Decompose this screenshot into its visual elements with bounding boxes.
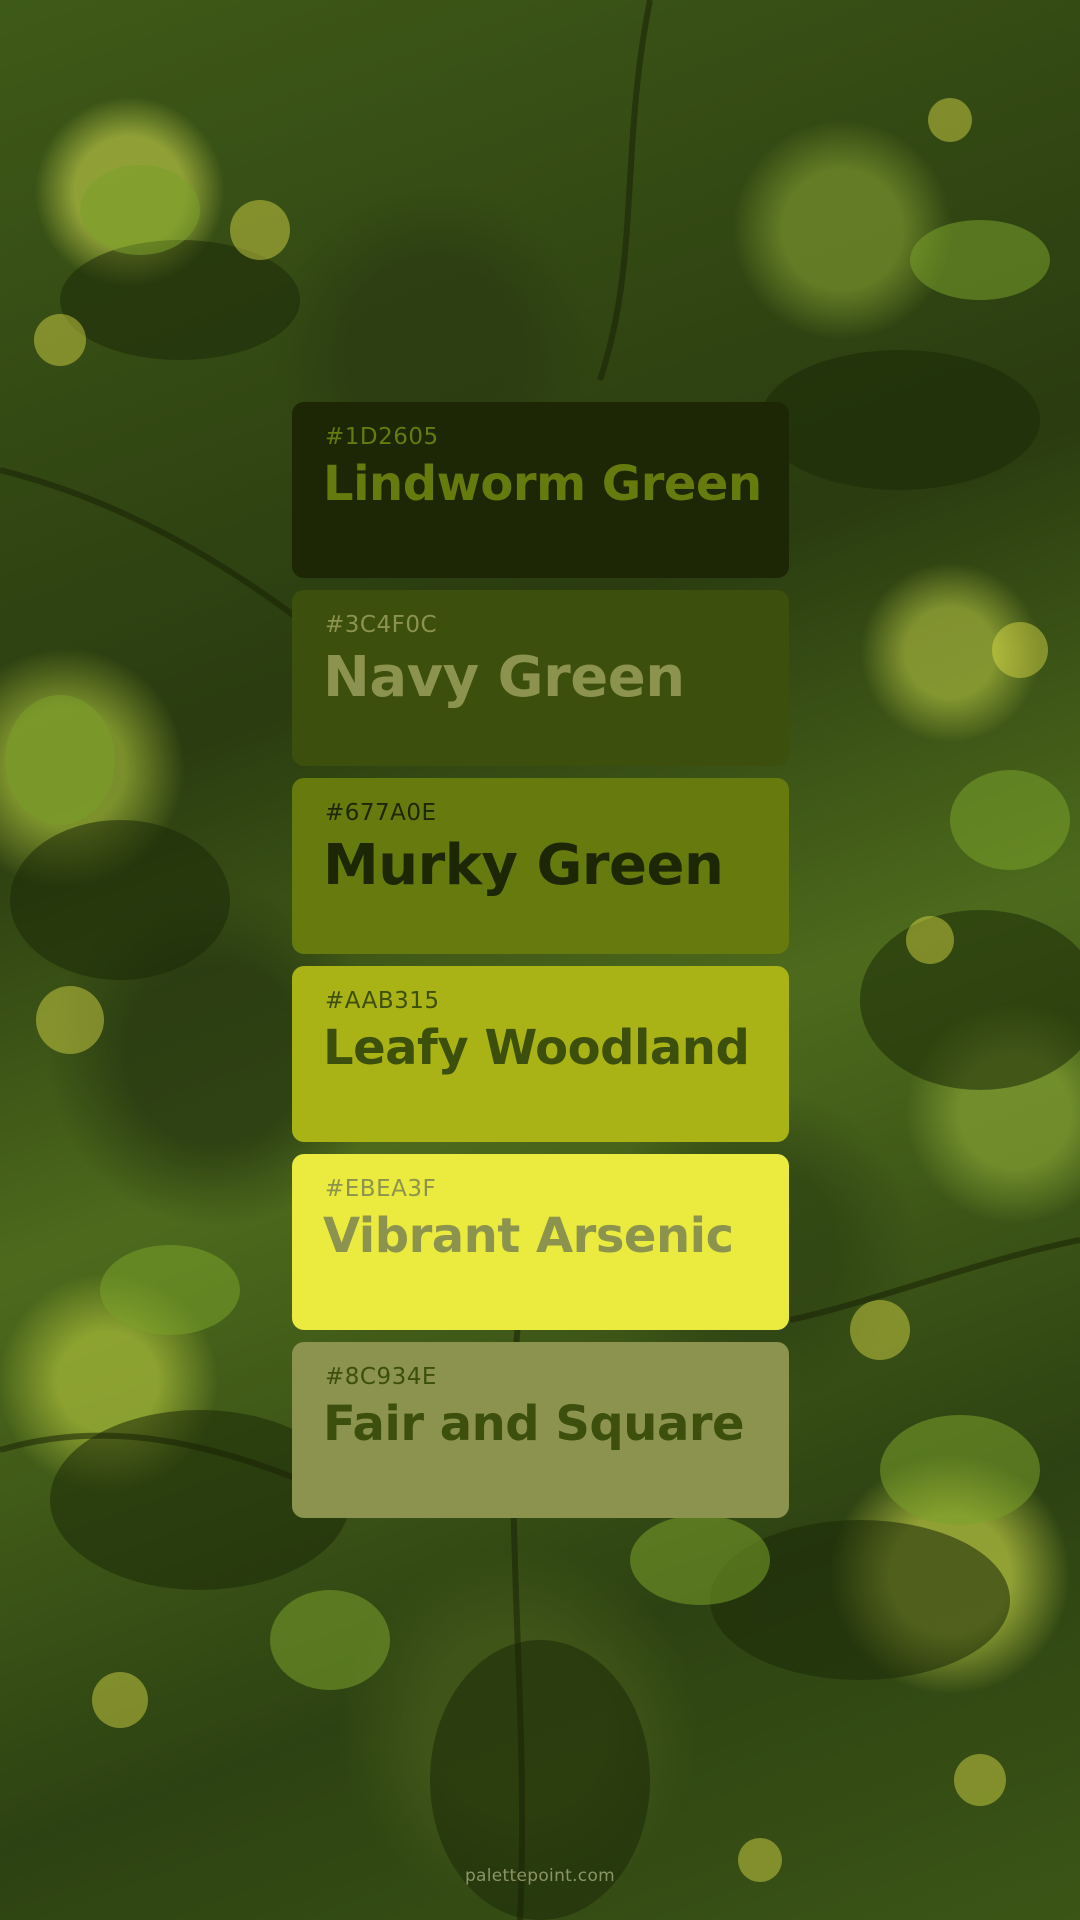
swatch-color-name: Murky Green	[323, 833, 724, 898]
swatch-color-name: Navy Green	[323, 645, 685, 710]
swatch-card-3[interactable]: #677A0E Murky Green	[292, 778, 789, 954]
swatch-card-4[interactable]: #AAB315 Leafy Woodland	[292, 966, 789, 1142]
swatch-hex-code: #8C934E	[325, 1364, 437, 1390]
swatch-hex-code: #3C4F0C	[325, 612, 438, 638]
swatch-color-name: Fair and Square	[323, 1396, 745, 1452]
swatch-hex-code: #677A0E	[325, 800, 437, 826]
swatch-color-name: Lindworm Green	[323, 456, 762, 512]
color-palette: #1D2605 Lindworm Green #3C4F0C Navy Gree…	[292, 402, 789, 1530]
swatch-card-5[interactable]: #EBEA3F Vibrant Arsenic	[292, 1154, 789, 1330]
swatch-card-2[interactable]: #3C4F0C Navy Green	[292, 590, 789, 766]
site-watermark: palettepoint.com	[464, 1866, 616, 1886]
swatch-color-name: Leafy Woodland	[323, 1020, 750, 1076]
swatch-hex-code: #EBEA3F	[325, 1176, 437, 1202]
swatch-card-1[interactable]: #1D2605 Lindworm Green	[292, 402, 789, 578]
swatch-card-6[interactable]: #8C934E Fair and Square	[292, 1342, 789, 1518]
swatch-hex-code: #1D2605	[325, 424, 439, 450]
swatch-color-name: Vibrant Arsenic	[323, 1208, 734, 1264]
swatch-hex-code: #AAB315	[325, 988, 440, 1014]
